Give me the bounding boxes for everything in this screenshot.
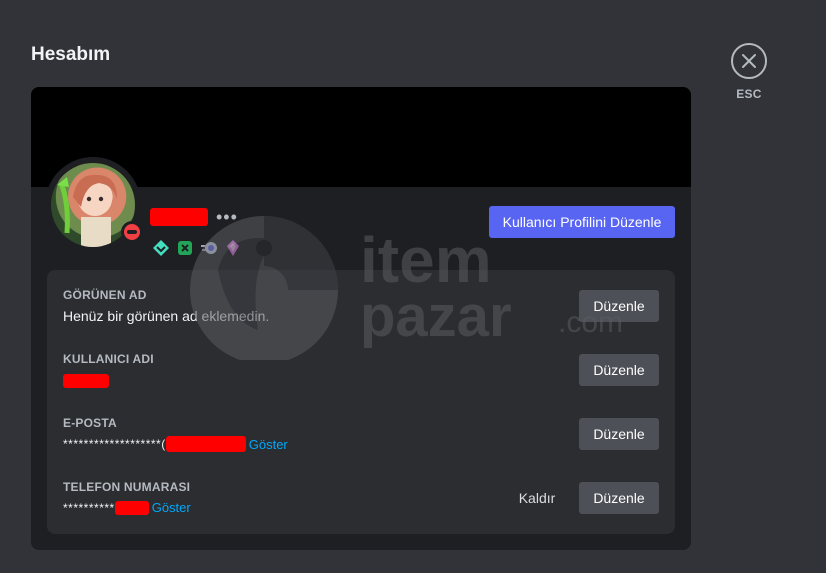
phone-field: TELEFON NUMARASI ********** Göster <box>63 480 659 520</box>
username-value-redacted <box>63 374 109 388</box>
close-settings[interactable]: ESC <box>731 43 767 101</box>
edit-phone-button[interactable]: Düzenle <box>579 482 659 514</box>
email-label: E-POSTA <box>63 416 117 430</box>
boost-badge-icon[interactable] <box>200 239 218 257</box>
display-name-field: GÖRÜNEN AD Henüz bir görünen ad eklemedi… <box>63 288 659 328</box>
badge-row <box>152 239 242 257</box>
status-dnd-icon <box>121 221 143 243</box>
username-value <box>63 372 659 388</box>
esc-label: ESC <box>736 87 762 101</box>
remove-phone-button[interactable]: Kaldır <box>507 482 567 514</box>
email-show-link[interactable]: Göster <box>249 437 288 452</box>
email-redacted <box>165 436 246 452</box>
edit-username-button[interactable]: Düzenle <box>579 354 659 386</box>
username-label: KULLANICI ADI <box>63 352 154 366</box>
email-value: *******************( Göster <box>63 436 659 452</box>
phone-masked: ********** <box>63 500 115 515</box>
username-field: KULLANICI ADI <box>63 352 659 392</box>
phone-redacted <box>114 500 149 515</box>
username-redacted <box>150 208 208 226</box>
hypesquad-badge-icon[interactable] <box>152 239 170 257</box>
account-info-panel: GÖRÜNEN AD Henüz bir görünen ad eklemedi… <box>47 270 675 534</box>
page-title: Hesabım <box>31 44 111 65</box>
close-icon[interactable] <box>731 43 767 79</box>
more-options-icon[interactable]: ••• <box>216 207 238 228</box>
edit-email-button[interactable]: Düzenle <box>579 418 659 450</box>
account-card: ••• Kullanıcı Profilini Düzenle GÖRÜNEN … <box>31 87 691 550</box>
phone-label: TELEFON NUMARASI <box>63 480 191 494</box>
nitro-badge-icon[interactable] <box>176 239 194 257</box>
email-masked: *******************( <box>63 437 166 451</box>
gem-badge-icon[interactable] <box>224 239 242 257</box>
edit-user-profile-button[interactable]: Kullanıcı Profilini Düzenle <box>489 206 675 238</box>
display-name-value: Henüz bir görünen ad eklemedin. <box>63 308 270 324</box>
avatar-frame[interactable] <box>45 157 143 253</box>
edit-display-name-button[interactable]: Düzenle <box>579 290 659 322</box>
profile-banner <box>31 87 691 187</box>
display-name-label: GÖRÜNEN AD <box>63 288 147 302</box>
email-field: E-POSTA *******************( Göster <box>63 416 659 456</box>
phone-show-link[interactable]: Göster <box>152 500 191 515</box>
phone-value: ********** Göster <box>63 500 659 515</box>
